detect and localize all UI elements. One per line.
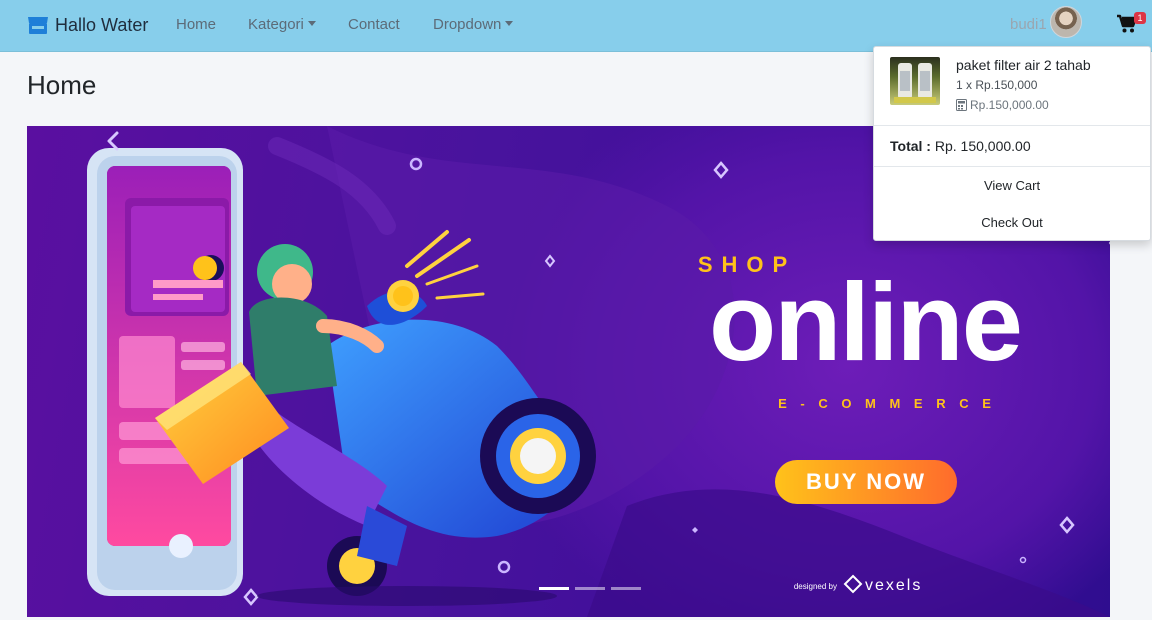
- carousel-indicator-3[interactable]: [611, 587, 641, 590]
- nav-contact[interactable]: Contact: [348, 16, 400, 33]
- carousel-indicators: [539, 587, 641, 590]
- nav-kategori[interactable]: Kategori: [248, 16, 316, 33]
- check-out-link[interactable]: Check Out: [874, 215, 1150, 230]
- nav-dropdown[interactable]: Dropdown: [433, 16, 514, 33]
- nav-home[interactable]: Home: [176, 16, 216, 33]
- cart-item-subtotal-value: Rp.150,000.00: [970, 98, 1049, 112]
- cart-total: Total : Rp. 150,000.00: [890, 138, 1031, 154]
- caret-down-icon: [307, 20, 316, 26]
- cart-total-label: Total :: [890, 138, 931, 154]
- carousel-indicator-1[interactable]: [539, 587, 569, 590]
- cart-count-badge: 1: [1134, 12, 1146, 24]
- nav-kategori-label: Kategori: [248, 16, 304, 33]
- product-thumbnail: [890, 57, 940, 105]
- cart-item-qty: 1 x Rp.150,000: [956, 78, 1038, 92]
- vexels-text: vexels: [865, 577, 922, 594]
- cart-total-value: Rp. 150,000.00: [934, 138, 1031, 154]
- user-name[interactable]: budi1: [1010, 16, 1047, 33]
- cart-item-subtotal: Rp.150,000.00: [956, 98, 1049, 112]
- buy-now-label: BUY NOW: [806, 469, 926, 494]
- online-text: online: [709, 261, 1021, 384]
- cart-item-name[interactable]: paket filter air 2 tahab: [956, 57, 1091, 73]
- top-navbar: Hallo Water Home Kategori Contact Dropdo…: [0, 0, 1152, 52]
- divider: [874, 125, 1150, 126]
- ecommerce-text: E - C O M M E R C E: [778, 396, 996, 411]
- view-cart-link[interactable]: View Cart: [874, 178, 1150, 193]
- calculator-icon: [956, 99, 967, 111]
- nav-dropdown-label: Dropdown: [433, 16, 502, 33]
- brand-name: Hallo Water: [55, 14, 149, 35]
- designed-by-text: designed by: [794, 582, 837, 591]
- brand-link[interactable]: Hallo Water: [27, 12, 148, 38]
- cart-dropdown: paket filter air 2 tahab 1 x Rp.150,000 …: [873, 46, 1151, 241]
- store-icon: [28, 17, 48, 34]
- carousel-prev-icon[interactable]: [99, 126, 129, 156]
- user-avatar[interactable]: [1050, 6, 1082, 38]
- caret-down-icon: [505, 20, 514, 26]
- page-title: Home: [27, 70, 97, 100]
- divider: [874, 166, 1150, 167]
- carousel-indicator-2[interactable]: [575, 587, 605, 590]
